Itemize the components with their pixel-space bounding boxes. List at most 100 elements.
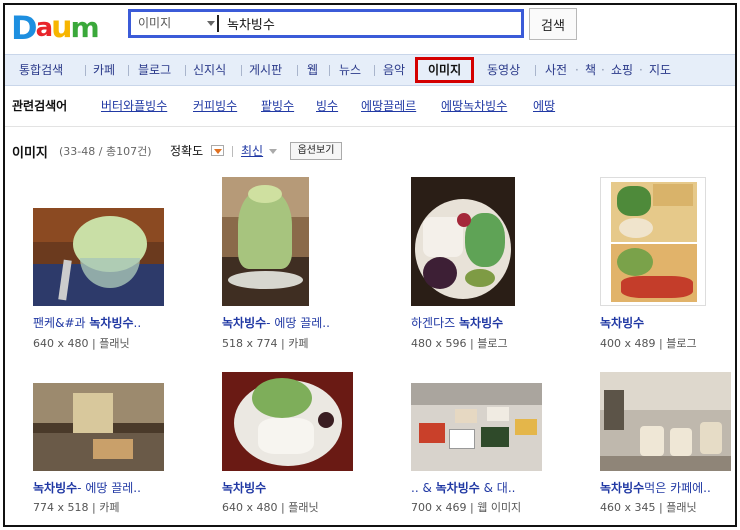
caption-prefix: .. &: [411, 481, 436, 495]
tab-integrated[interactable]: 통합검색: [19, 55, 63, 85]
search-category-select[interactable]: 이미지: [135, 14, 217, 33]
result-meta: 518 x 774 | 카페: [222, 337, 309, 350]
result-source[interactable]: 웹 이미지: [477, 501, 521, 514]
result-caption[interactable]: 녹차빙수: [600, 314, 644, 331]
sort-dropdown-icon[interactable]: [211, 145, 224, 156]
result-size: 400 x 489: [600, 337, 656, 350]
tab-map[interactable]: 지도: [649, 55, 671, 85]
result-thumbnail[interactable]: [222, 177, 309, 306]
result-size: 518 x 774: [222, 337, 278, 350]
browser-frame: D a u m 이미지 검색 통합검색 카페 블로그 신지식 게시판 웹 뉴스 …: [3, 3, 737, 527]
tab-divider: [374, 65, 375, 76]
logo-letter-m: m: [70, 11, 99, 44]
header: D a u m 이미지 검색: [5, 5, 735, 53]
tab-knowledge[interactable]: 신지식: [193, 55, 226, 85]
caption-keyword: 녹차빙수: [600, 481, 645, 495]
related-title: 관련검색어: [12, 99, 68, 113]
tab-image[interactable]: 이미지: [415, 57, 475, 83]
related-link[interactable]: 에땅끌레르: [361, 97, 416, 114]
caption-keyword: 녹차빙수: [600, 316, 645, 330]
options-button[interactable]: 옵션보기: [290, 142, 342, 160]
result-caption[interactable]: 녹차빙수- 에땅 끌레..: [33, 479, 141, 496]
results-header: 이미지 (33-48 / 총107건) 정확도 최신 옵션보기: [5, 137, 735, 161]
caption-keyword: 녹차빙수: [33, 481, 78, 495]
sort-recent[interactable]: 최신: [241, 142, 263, 159]
result-caption[interactable]: 녹차빙수: [222, 479, 266, 496]
result-source[interactable]: 블로그: [477, 337, 507, 350]
result-meta: 400 x 489 | 블로그: [600, 337, 697, 350]
result-meta: 700 x 469 | 웹 이미지: [411, 501, 522, 514]
result-thumbnail[interactable]: [411, 177, 515, 306]
tab-divider: [85, 65, 86, 76]
chevron-down-icon: [269, 149, 277, 154]
result-caption[interactable]: 하겐다즈 녹차빙수: [411, 314, 503, 331]
tab-dot: ·: [639, 63, 643, 77]
related-link[interactable]: 에땅: [533, 97, 555, 114]
tab-dot: ·: [575, 63, 579, 77]
category-tabs: 통합검색 카페 블로그 신지식 게시판 웹 뉴스 음악 이미지 동영상 사전 ·…: [5, 54, 735, 86]
result-size: 640 x 480: [222, 501, 278, 514]
result-meta: 640 x 480 | 플래닛: [222, 501, 319, 514]
results-title: 이미지: [12, 146, 48, 161]
result-thumbnail[interactable]: [33, 208, 164, 306]
result-source[interactable]: 플래닛: [666, 501, 696, 514]
logo-letter-d: D: [11, 9, 38, 47]
result-thumbnail[interactable]: [33, 383, 164, 471]
result-caption[interactable]: .. & 녹차빙수 & 대..: [411, 479, 515, 496]
daum-logo[interactable]: D a u m: [11, 7, 100, 47]
tab-video[interactable]: 동영상: [487, 55, 520, 85]
result-meta: 460 x 345 | 플래닛: [600, 501, 697, 514]
logo-letter-a: a: [35, 13, 53, 43]
result-source[interactable]: 카페: [99, 501, 119, 514]
result-caption[interactable]: 팬케&#과 녹차빙수..: [33, 314, 141, 331]
chevron-down-icon: [207, 21, 215, 26]
result-meta: 480 x 596 | 블로그: [411, 337, 508, 350]
tab-web[interactable]: 웹: [307, 55, 318, 85]
result-caption[interactable]: 녹차빙수먹은 카페에..: [600, 479, 711, 496]
tab-blog[interactable]: 블로그: [138, 55, 171, 85]
caption-suffix: - 에땅 끌레..: [77, 481, 141, 495]
caption-prefix: 팬케&#과: [33, 316, 90, 330]
result-size: 480 x 596: [411, 337, 467, 350]
tab-shopping[interactable]: 쇼핑: [611, 55, 633, 85]
caption-keyword: 녹차빙수: [458, 316, 504, 330]
related-link[interactable]: 에땅녹차빙수: [441, 97, 507, 114]
tab-board[interactable]: 게시판: [249, 55, 282, 85]
tab-dictionary[interactable]: 사전: [545, 55, 567, 85]
tab-music[interactable]: 음악: [383, 55, 405, 85]
tab-cafe[interactable]: 카페: [93, 55, 115, 85]
related-link[interactable]: 버터와플빙수: [101, 97, 167, 114]
result-caption[interactable]: 녹차빙수- 에땅 끌레..: [222, 314, 330, 331]
select-divider: [217, 15, 219, 32]
result-source[interactable]: 블로그: [666, 337, 696, 350]
caption-suffix: & 대..: [479, 481, 516, 495]
related-link[interactable]: 빙수: [316, 97, 338, 114]
result-thumbnail[interactable]: [411, 383, 542, 471]
result-source[interactable]: 플래닛: [288, 501, 318, 514]
related-link[interactable]: 커피빙수: [193, 97, 237, 114]
caption-keyword: 녹차빙수: [435, 481, 480, 495]
sort-accuracy[interactable]: 정확도: [170, 142, 203, 159]
result-thumbnail[interactable]: [600, 177, 706, 306]
related-link[interactable]: 팥빙수: [261, 97, 294, 114]
tab-divider: [185, 65, 186, 76]
caption-keyword: 녹차빙수: [222, 481, 267, 495]
sort-divider: [232, 146, 233, 157]
tab-news[interactable]: 뉴스: [339, 55, 361, 85]
result-meta: 640 x 480 | 플래닛: [33, 337, 130, 350]
search-input[interactable]: [227, 13, 517, 34]
result-size: 700 x 469: [411, 501, 467, 514]
result-source[interactable]: 플래닛: [99, 337, 129, 350]
result-meta: 774 x 518 | 카페: [33, 501, 120, 514]
search-box: 이미지: [128, 9, 524, 38]
result-thumbnail[interactable]: [600, 372, 731, 471]
caption-suffix: ..: [133, 316, 142, 330]
tab-book[interactable]: 책: [585, 55, 596, 85]
caption-suffix: 먹은 카페에..: [644, 481, 711, 495]
results-count: (33-48 / 총107건): [59, 145, 152, 158]
search-button[interactable]: 검색: [529, 8, 577, 40]
tab-divider: [297, 65, 298, 76]
tab-divider: [535, 65, 536, 76]
result-source[interactable]: 카페: [288, 337, 308, 350]
result-thumbnail[interactable]: [222, 372, 353, 471]
